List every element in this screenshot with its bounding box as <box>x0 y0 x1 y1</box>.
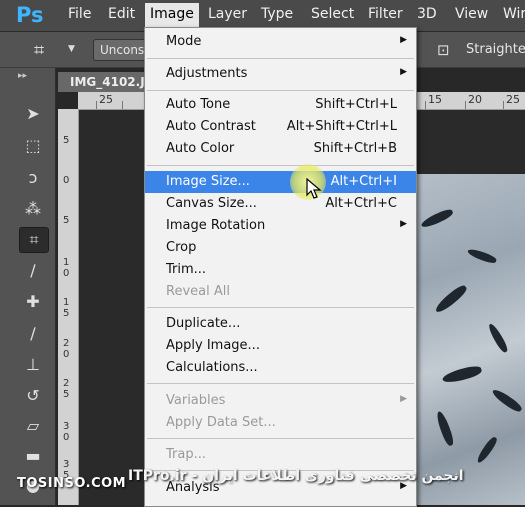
watermark-site: TOSINSO.COM <box>17 476 127 491</box>
menu-item-crop[interactable]: Crop <box>145 237 416 259</box>
menu-item-trap: Trap... <box>166 447 206 462</box>
lasso-tool-icon[interactable]: ↄ <box>19 166 47 190</box>
menu-item-reveal-all: Reveal All <box>166 284 230 299</box>
gradient-tool-icon[interactable]: ▬ <box>19 444 47 468</box>
menu-item-variables: Variables ▶ <box>166 393 407 408</box>
chevron-down-icon[interactable]: ▼ <box>68 44 75 54</box>
menu-filter[interactable]: Filter <box>368 6 403 22</box>
ruler-label: 2 <box>63 338 70 349</box>
crop-tool-icon[interactable]: ⌗ <box>19 227 49 253</box>
document-photo[interactable] <box>412 174 525 505</box>
ruler-label: 2 <box>63 378 70 389</box>
ruler-label: 5 <box>63 135 70 146</box>
menu-item-adjustments[interactable]: Adjustments ▶ <box>145 63 416 85</box>
menu-view[interactable]: View <box>455 6 488 22</box>
menu-item-canvas-size[interactable]: Canvas Size... Alt+Ctrl+C <box>145 193 416 215</box>
menu-item-auto-tone[interactable]: Auto Tone Shift+Ctrl+L <box>145 94 416 116</box>
crop-tool-preset-icon[interactable]: ⌗ <box>34 40 44 61</box>
menu-image[interactable]: Image <box>145 3 199 28</box>
ruler-label: 0 <box>63 268 70 279</box>
panel-collapse-icon[interactable]: ▸▸ <box>18 71 27 81</box>
menu-window[interactable]: Wir <box>503 6 525 22</box>
photoshop-logo: Ps <box>16 3 44 27</box>
menu-file[interactable]: File <box>68 6 91 22</box>
healing-brush-tool-icon[interactable]: ✚ <box>19 290 47 314</box>
ruler-label: 5 <box>63 215 70 226</box>
menu-item-duplicate[interactable]: Duplicate... <box>145 313 416 335</box>
menu-item-calculations[interactable]: Calculations... <box>145 357 416 379</box>
brush-tool-icon[interactable]: ∕ <box>19 322 47 346</box>
menu-item-apply-image[interactable]: Apply Image... <box>145 335 416 357</box>
menu-item-auto-color[interactable]: Auto Color Shift+Ctrl+B <box>145 138 416 160</box>
ruler-label: 5 <box>63 308 70 319</box>
clone-stamp-tool-icon[interactable]: ⊥ <box>19 353 47 377</box>
ruler-label: 0 <box>63 432 70 443</box>
menu-item-trim[interactable]: Trim... <box>145 259 416 281</box>
menu-select[interactable]: Select <box>311 6 354 22</box>
menu-3d[interactable]: 3D <box>417 6 437 22</box>
ruler-label: 1 <box>63 297 70 308</box>
magic-wand-tool-icon[interactable]: ⁂ <box>19 197 47 221</box>
ruler-label: 20 <box>468 93 482 106</box>
eyedropper-tool-icon[interactable]: ∕ <box>19 259 47 283</box>
menu-item-image-size[interactable]: Image Size... Alt+Ctrl+I <box>145 171 416 193</box>
ruler-label: 0 <box>63 175 70 186</box>
submenu-arrow-icon: ▶ <box>400 394 407 404</box>
menu-layer[interactable]: Layer <box>208 6 247 22</box>
submenu-arrow-icon: ▶ <box>400 67 407 77</box>
ruler-label: 1 <box>63 257 70 268</box>
ruler-label: 0 <box>63 349 70 360</box>
history-brush-tool-icon[interactable]: ↺ <box>19 384 47 408</box>
submenu-arrow-icon: ▶ <box>400 35 407 45</box>
marquee-tool-icon[interactable]: ⬚ <box>19 134 47 158</box>
menu-type[interactable]: Type <box>261 6 293 22</box>
ruler-label: 25 <box>99 93 113 106</box>
menu-item-apply-data-set: Apply Data Set... <box>166 415 276 430</box>
image-menu-dropdown: Mode ▶ Adjustments ▶ Auto Tone Shift+Ctrl+L… <box>144 27 417 507</box>
vertical-ruler: 5 0 5 1 0 1 5 2 0 2 5 3 0 3 5 <box>58 109 79 505</box>
tools-panel: ▸▸ ➤ ⬚ ↄ ⁂ ⌗ ∕ ✚ ∕ ⊥ ↺ ▱ ▬ ● <box>0 68 56 505</box>
eraser-tool-icon[interactable]: ▱ <box>19 414 47 438</box>
ruler-label: 25 <box>506 93 520 106</box>
submenu-arrow-icon: ▶ <box>400 219 407 229</box>
mouse-pointer-icon <box>306 178 322 199</box>
menu-item-mode[interactable]: Mode ▶ <box>145 31 416 53</box>
menu-item-image-rotation[interactable]: Image Rotation ▶ <box>145 215 416 237</box>
menu-edit[interactable]: Edit <box>108 6 135 22</box>
ruler-label: 5 <box>63 389 70 400</box>
menu-item-auto-contrast[interactable]: Auto Contrast Alt+Shift+Ctrl+L <box>145 116 416 138</box>
ruler-label: 3 <box>63 421 70 432</box>
straighten-icon[interactable]: ⊡ <box>437 41 450 59</box>
ruler-label: 3 <box>63 459 70 470</box>
move-tool-icon[interactable]: ➤ <box>19 102 47 126</box>
straighten-button[interactable]: Straighten <box>466 42 525 57</box>
watermark-text: ITPro.ir - انجمن تخصصی فناوری اطلاعات ای… <box>128 468 464 484</box>
ruler-label: 15 <box>428 93 442 106</box>
